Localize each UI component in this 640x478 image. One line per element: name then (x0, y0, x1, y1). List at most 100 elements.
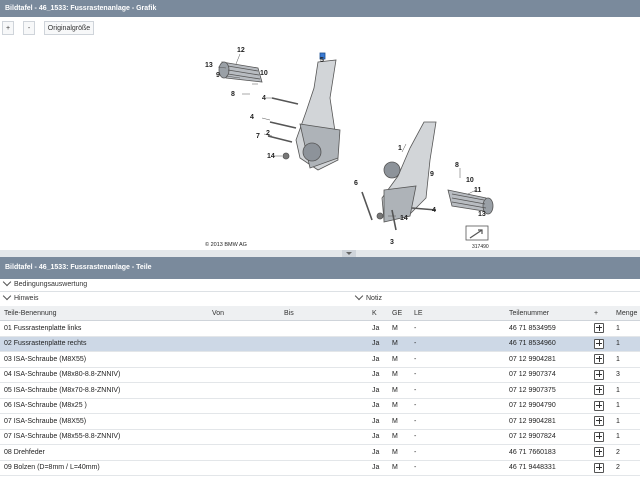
add-to-cart-icon[interactable] (594, 354, 604, 365)
callout-9b[interactable]: 9 (430, 171, 434, 178)
cell-part-name: 02 Fussrastenplatte rechts (0, 336, 208, 352)
cell-quantity: 2 (612, 460, 640, 476)
table-row[interactable]: 02 Fussrastenplatte rechts Ja M -46 71 8534… (0, 336, 640, 352)
cell-from (208, 382, 280, 399)
cell-add (590, 320, 612, 337)
cell-to (280, 429, 368, 445)
cell-part-number: 46 71 8534960 (505, 336, 590, 352)
col-header-ge[interactable]: GE (388, 306, 410, 321)
callout-10[interactable]: 10 (260, 70, 268, 77)
note-section-toggle[interactable]: Notiz (352, 291, 382, 306)
cell-from (208, 429, 280, 445)
parts-diagram[interactable]: 12 13 9 8 10 4 4 7 2 14 5 1 8 9 6 10 11 … (0, 40, 640, 250)
cell-add (590, 460, 612, 476)
divider (0, 291, 640, 292)
zoom-out-button[interactable]: - (23, 21, 35, 35)
cell-k: Ja (368, 460, 388, 476)
col-header-add[interactable]: + (590, 306, 612, 321)
callout-6[interactable]: 6 (354, 180, 358, 187)
callout-8[interactable]: 8 (231, 91, 235, 98)
cell-part-name: 07 ISA-Schraube (M8x55-8.8-ZNNIV) (0, 429, 208, 445)
add-to-cart-icon[interactable] (594, 447, 604, 458)
callout-5[interactable]: 5 (320, 57, 324, 64)
cell-add (590, 336, 612, 352)
table-row[interactable]: 01 Fussrastenplatte links Ja M -46 71 85349… (0, 320, 640, 337)
cell-part-number: 46 71 9448331 (505, 460, 590, 476)
cell-from (208, 413, 280, 430)
col-header-part-number[interactable]: Teilenummer (505, 306, 590, 321)
callout-4c[interactable]: 4 (432, 207, 436, 214)
collapse-arrow-icon[interactable] (342, 250, 356, 257)
original-size-button[interactable]: Originalgröße (44, 21, 94, 35)
cell-from (208, 320, 280, 337)
callout-13b[interactable]: 13 (478, 211, 486, 218)
cell-from (208, 351, 280, 368)
table-row[interactable]: 07 ISA-Schraube (M8x55-8.8-ZNNIV) Ja M -07 … (0, 429, 640, 445)
cell-ge: M (388, 382, 410, 399)
cell-part-number: 46 71 7660183 (505, 444, 590, 461)
cell-part-name: 07 ISA-Schraube (M8X55) (0, 413, 208, 430)
cell-ge: M (388, 444, 410, 461)
hint-section-toggle[interactable]: Hinweis (0, 291, 39, 306)
add-to-cart-icon[interactable] (594, 385, 604, 396)
cell-quantity: 1 (612, 398, 640, 414)
col-header-name[interactable]: Teile-Benennung (0, 306, 208, 321)
condition-section-toggle[interactable]: Bedingungsauswertung (0, 277, 87, 292)
cell-k: Ja (368, 429, 388, 445)
col-header-from[interactable]: Von (208, 306, 280, 321)
callout-2[interactable]: 2 (266, 130, 270, 137)
callout-4b[interactable]: 4 (250, 114, 254, 121)
callout-14b[interactable]: 14 (400, 215, 408, 222)
col-header-le[interactable]: LE (410, 306, 505, 321)
col-header-k[interactable]: K (368, 306, 388, 321)
copyright-text: © 2013 BMW AG (205, 241, 247, 248)
cell-add (590, 429, 612, 445)
col-header-quantity[interactable]: Menge (612, 306, 640, 321)
callout-7[interactable]: 7 (256, 133, 260, 140)
table-row[interactable]: 05 ISA-Schraube (M8x70-8.8-ZNNIV) Ja M -07 … (0, 382, 640, 399)
callout-12[interactable]: 12 (237, 47, 245, 54)
cell-quantity: 1 (612, 413, 640, 430)
callout-3[interactable]: 3 (390, 239, 394, 246)
cell-k: Ja (368, 413, 388, 430)
add-to-cart-icon[interactable] (594, 323, 604, 334)
callout-11[interactable]: 11 (474, 187, 482, 194)
col-header-to[interactable]: Bis (280, 306, 368, 321)
cell-k: Ja (368, 351, 388, 368)
add-to-cart-icon[interactable] (594, 416, 604, 427)
cell-quantity: 1 (612, 320, 640, 337)
cell-le: - (410, 336, 505, 352)
add-to-cart-icon[interactable] (594, 462, 604, 473)
cell-le: - (410, 320, 505, 337)
callout-13[interactable]: 13 (205, 62, 213, 69)
callout-10b[interactable]: 10 (466, 177, 474, 184)
cell-ge: M (388, 351, 410, 368)
panel-splitter[interactable] (0, 250, 640, 257)
table-row[interactable]: 03 ISA-Schraube (M8X55) Ja M -07 12 9904281… (0, 351, 640, 368)
cell-to (280, 336, 368, 352)
cell-quantity: 1 (612, 351, 640, 368)
table-row[interactable]: 06 ISA-Schraube (M8x25 ) Ja M -07 12 990479… (0, 398, 640, 414)
table-row[interactable]: 08 Drehfeder Ja M -46 71 7660183 2 (0, 444, 640, 461)
cell-to (280, 351, 368, 368)
cell-part-number: 07 12 9904790 (505, 398, 590, 414)
cell-add (590, 398, 612, 414)
cell-le: - (410, 413, 505, 430)
add-to-cart-icon[interactable] (594, 369, 604, 380)
callout-9[interactable]: 9 (216, 72, 220, 79)
cell-part-name: 04 ISA-Schraube (M8x80-8.8-ZNNIV) (0, 367, 208, 383)
callout-14a[interactable]: 14 (267, 153, 275, 160)
callout-4a[interactable]: 4 (262, 95, 266, 102)
table-row[interactable]: 04 ISA-Schraube (M8x80-8.8-ZNNIV) Ja M -07 … (0, 367, 640, 383)
cell-to (280, 460, 368, 476)
table-row[interactable]: 07 ISA-Schraube (M8X55) Ja M -07 12 9904281… (0, 413, 640, 430)
callout-8b[interactable]: 8 (455, 162, 459, 169)
add-to-cart-icon[interactable] (594, 338, 604, 349)
add-to-cart-icon[interactable] (594, 400, 604, 411)
add-to-cart-icon[interactable] (594, 431, 604, 442)
table-row[interactable]: 09 Bolzen (D=8mm / L=40mm) Ja M -46 71 9448… (0, 460, 640, 476)
cell-to (280, 444, 368, 461)
cell-le: - (410, 444, 505, 461)
zoom-in-button[interactable]: + (2, 21, 14, 35)
callout-1[interactable]: 1 (398, 145, 402, 152)
